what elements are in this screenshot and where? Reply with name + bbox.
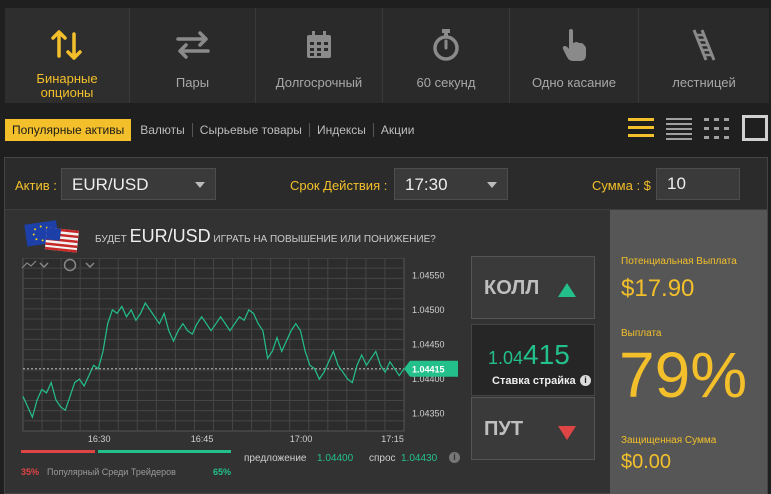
popularity-bar-buy bbox=[98, 450, 231, 453]
strike-price: 1.04415 bbox=[488, 339, 570, 371]
info-icon[interactable]: i bbox=[580, 375, 591, 386]
calendar-icon bbox=[305, 28, 333, 62]
x-tick-label: 16:30 bbox=[88, 434, 111, 443]
y-tick-label: 1.04550 bbox=[412, 270, 445, 280]
x-tick-label: 17:00 bbox=[290, 434, 313, 443]
protected-amount-label: Защищенная Сумма bbox=[621, 435, 717, 446]
price-chart: 1.04550 1.04500 1.04450 1.04400 1.04350 16:30… bbox=[18, 257, 461, 444]
popularity-row: 35% Популярный Среди Трейдеров 65% предл… bbox=[21, 450, 461, 480]
strike-label: Ставка страйка bbox=[492, 375, 576, 387]
expiry-value: 17:30 bbox=[405, 175, 448, 194]
asset-category-tabs: Популярные активы Валюты Сырьевые товары… bbox=[5, 118, 421, 142]
tab-label: лестницей bbox=[672, 75, 736, 90]
triangle-down-icon bbox=[558, 426, 576, 440]
asset-select[interactable]: EUR/USD bbox=[61, 168, 216, 200]
tab-label: Долгосрочный bbox=[275, 75, 363, 90]
tab-long-term[interactable]: Долгосрочный bbox=[256, 8, 383, 103]
category-stocks[interactable]: Акции bbox=[374, 123, 422, 137]
y-tick-label: 1.04450 bbox=[412, 340, 445, 350]
view-mode-switcher bbox=[628, 115, 768, 141]
tab-label: Бинарные опционы bbox=[36, 71, 98, 100]
category-commodities[interactable]: Сырьевые товары bbox=[193, 123, 310, 137]
call-label: КОЛЛ bbox=[484, 277, 540, 299]
popularity-sell-percent: 35% bbox=[21, 467, 40, 477]
info-icon[interactable]: i bbox=[449, 452, 460, 463]
asset-value: EUR/USD bbox=[72, 175, 149, 194]
bid-value: 1.04400 bbox=[317, 453, 354, 464]
category-popular[interactable]: Популярные активы bbox=[5, 119, 132, 141]
payout-percent: 79% bbox=[619, 339, 748, 411]
pointing-hand-icon bbox=[559, 28, 589, 62]
chevron-down-icon bbox=[195, 182, 205, 188]
trading-app: Бинарные опционы Пары Долгосрочный 60 се… bbox=[0, 0, 771, 494]
y-tick-label: 1.04500 bbox=[412, 305, 445, 315]
protected-amount-value: $0.00 bbox=[621, 451, 672, 473]
question-prefix: БУДЕТ bbox=[95, 234, 127, 245]
tab-binary-options[interactable]: Бинарные опционы bbox=[5, 8, 130, 103]
tab-label: Одно касание bbox=[531, 75, 617, 90]
popularity-label: Популярный Среди Трейдеров bbox=[47, 467, 176, 477]
potential-payout-value: $17.90 bbox=[621, 275, 695, 302]
tab-pairs[interactable]: Пары bbox=[130, 8, 256, 103]
question-text: БУДЕТ EUR/USD ИГРАТЬ НА ПОВЫШЕНИЕ ИЛИ ПО… bbox=[95, 226, 436, 247]
tab-one-touch[interactable]: Одно касание bbox=[510, 8, 639, 103]
question-pair: EUR/USD bbox=[129, 226, 211, 246]
put-button[interactable]: ПУТ bbox=[471, 397, 595, 460]
tab-label: Пары bbox=[175, 75, 210, 90]
potential-payout-label: Потенциальная Выплата bbox=[621, 256, 737, 267]
list-compact-icon[interactable] bbox=[666, 115, 692, 141]
eur-usd-flag-icon bbox=[24, 217, 80, 253]
payout-panel: Потенциальная Выплата $17.90 Выплата 79%… bbox=[610, 210, 767, 494]
price-chart-svg: 1.045501.045001.044501.044001.0435016:30… bbox=[21, 257, 458, 444]
current-price-label: 1.04415 bbox=[412, 365, 445, 375]
ask-label: спрос bbox=[369, 453, 396, 464]
strike-price-big: 415 bbox=[523, 339, 570, 370]
strike-price-small: 1.04 bbox=[488, 348, 524, 368]
popularity-bar-sell bbox=[21, 450, 95, 453]
option-type-tabs: Бинарные опционы Пары Долгосрочный 60 се… bbox=[5, 8, 769, 103]
amount-input[interactable]: 10 bbox=[656, 168, 740, 200]
popularity-buy-percent: 65% bbox=[213, 467, 232, 477]
call-button[interactable]: КОЛЛ bbox=[471, 256, 595, 319]
category-indices[interactable]: Индексы bbox=[310, 123, 374, 137]
triangle-up-icon bbox=[558, 283, 576, 297]
left-right-arrows-icon bbox=[174, 28, 212, 62]
y-tick-label: 1.04350 bbox=[412, 409, 445, 419]
amount-label: Сумма : $ bbox=[592, 178, 651, 193]
asset-label: Актив : bbox=[15, 178, 57, 193]
tab-60-seconds[interactable]: 60 секунд bbox=[383, 8, 510, 103]
ask-value: 1.04430 bbox=[401, 453, 438, 464]
put-label: ПУТ bbox=[484, 418, 524, 440]
category-currencies[interactable]: Валюты bbox=[133, 123, 193, 137]
trade-panel: Актив : EUR/USD Срок Действия : 17:30 Су… bbox=[4, 157, 768, 494]
trade-form-row: Актив : EUR/USD Срок Действия : 17:30 Су… bbox=[5, 158, 767, 210]
question-suffix: ИГРАТЬ НА ПОВЫШЕНИЕ ИЛИ ПОНИЖЕНИЕ? bbox=[213, 234, 436, 245]
grid-dots-icon[interactable] bbox=[704, 115, 730, 141]
tab-ladder[interactable]: лестницей bbox=[639, 8, 769, 103]
expiry-select[interactable]: 17:30 bbox=[394, 168, 508, 200]
up-down-arrows-icon bbox=[50, 28, 84, 62]
expiry-label: Срок Действия : bbox=[290, 178, 388, 193]
single-square-icon[interactable] bbox=[742, 115, 768, 141]
x-tick-label: 16:45 bbox=[191, 434, 214, 443]
x-tick-label: 17:15 bbox=[381, 434, 404, 443]
chevron-down-icon bbox=[487, 182, 497, 188]
stopwatch-icon bbox=[432, 28, 460, 62]
bid-label: предложение bbox=[244, 453, 307, 464]
list-lines-icon[interactable] bbox=[628, 115, 654, 141]
tab-label: 60 секунд bbox=[416, 75, 476, 90]
strike-price-box: 1.04415 Ставка страйка i bbox=[471, 324, 595, 396]
ladder-icon bbox=[689, 28, 719, 62]
